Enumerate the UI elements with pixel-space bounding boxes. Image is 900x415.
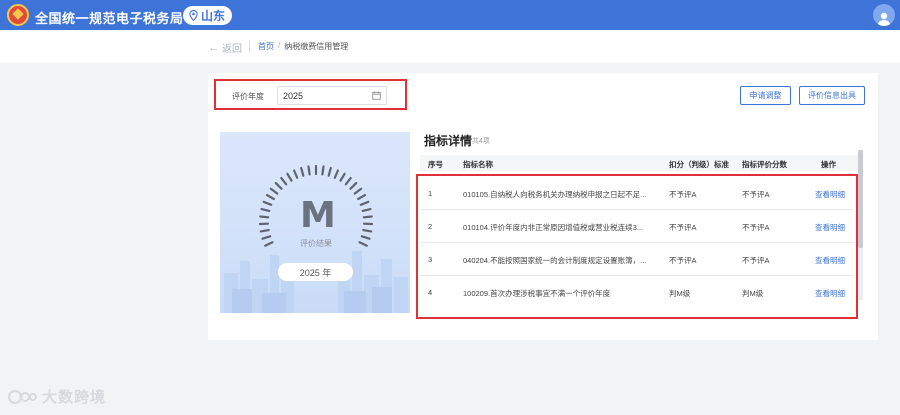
column-header-no: 序号 xyxy=(428,160,443,169)
app-title: 全国统一规范电子税务局 xyxy=(35,11,184,26)
column-header-standard: 扣分（判级）标准 xyxy=(669,160,729,169)
region-name: 山东 xyxy=(201,9,226,23)
arrow-left-icon: ← xyxy=(208,41,219,54)
breadcrumb: 首页 / 纳税缴费信用管理 xyxy=(258,41,348,52)
year-picker-value: 2025 xyxy=(283,90,304,101)
gauge-tick xyxy=(362,215,373,219)
watermark: 大数跨境 xyxy=(8,386,106,407)
gauge-tick xyxy=(349,181,358,190)
result-year-badge: 2025 年 xyxy=(278,263,353,281)
gauge-tick xyxy=(344,176,352,186)
column-header-score: 指标评价分数 xyxy=(742,160,787,169)
gauge-tick xyxy=(286,172,293,182)
gauge-tick xyxy=(280,176,288,186)
gauge-tick xyxy=(260,207,271,213)
gauge-tick xyxy=(357,193,367,201)
user-avatar[interactable] xyxy=(873,4,895,26)
gauge-tick xyxy=(327,166,332,177)
gauge-tick xyxy=(300,166,305,177)
gauge-tick xyxy=(262,200,273,206)
credit-grade: M xyxy=(300,195,336,236)
breadcrumb-home-link[interactable]: 首页 xyxy=(258,41,274,52)
region-selector[interactable]: 山东 xyxy=(183,6,233,25)
gauge-tick xyxy=(292,169,299,179)
issue-evaluation-info-button[interactable]: 评价信息出具 xyxy=(799,86,865,105)
gauge-tick xyxy=(259,215,270,219)
breadcrumb-separator: / xyxy=(278,41,281,50)
gauge-tick xyxy=(339,172,346,182)
gauge-tick xyxy=(359,200,370,206)
indicator-rows-highlight xyxy=(416,174,858,319)
gauge-tick xyxy=(361,207,372,213)
watermark-logo-icon xyxy=(8,389,37,404)
gauge-tick xyxy=(362,228,373,233)
credit-grade-caption: 评价结果 xyxy=(300,239,332,248)
user-icon xyxy=(877,12,891,26)
breadcrumb-current: 纳税缴费信用管理 xyxy=(284,42,349,51)
indicator-section-title: 指标详情 xyxy=(424,134,473,148)
gauge-tick xyxy=(321,165,325,176)
gauge-tick xyxy=(274,181,283,190)
column-header-name: 指标名称 xyxy=(463,160,493,169)
indicator-count: 共4项 xyxy=(472,138,490,145)
back-button[interactable]: ← 返回 xyxy=(208,40,242,56)
calendar-icon xyxy=(372,91,381,100)
gauge-tick xyxy=(333,169,340,179)
gauge-tick xyxy=(269,187,279,195)
gauge-tick xyxy=(259,228,270,233)
location-pin-icon xyxy=(189,10,198,21)
column-header-action: 操作 xyxy=(821,160,836,169)
watermark-text: 大数跨境 xyxy=(42,389,107,406)
table-scrollbar-thumb[interactable] xyxy=(858,150,863,248)
year-filter-label: 评价年度 xyxy=(232,92,264,101)
year-picker-input[interactable]: 2025 xyxy=(277,86,387,105)
gauge-tick xyxy=(307,165,311,176)
back-label: 返回 xyxy=(222,44,242,55)
gauge-tick xyxy=(353,187,363,195)
apply-adjustment-button[interactable]: 申请调整 xyxy=(740,86,791,105)
gauge-tick xyxy=(265,193,276,201)
national-emblem-icon xyxy=(7,4,29,26)
breadcrumb-divider xyxy=(249,40,250,52)
breadcrumb-bar xyxy=(0,30,900,63)
